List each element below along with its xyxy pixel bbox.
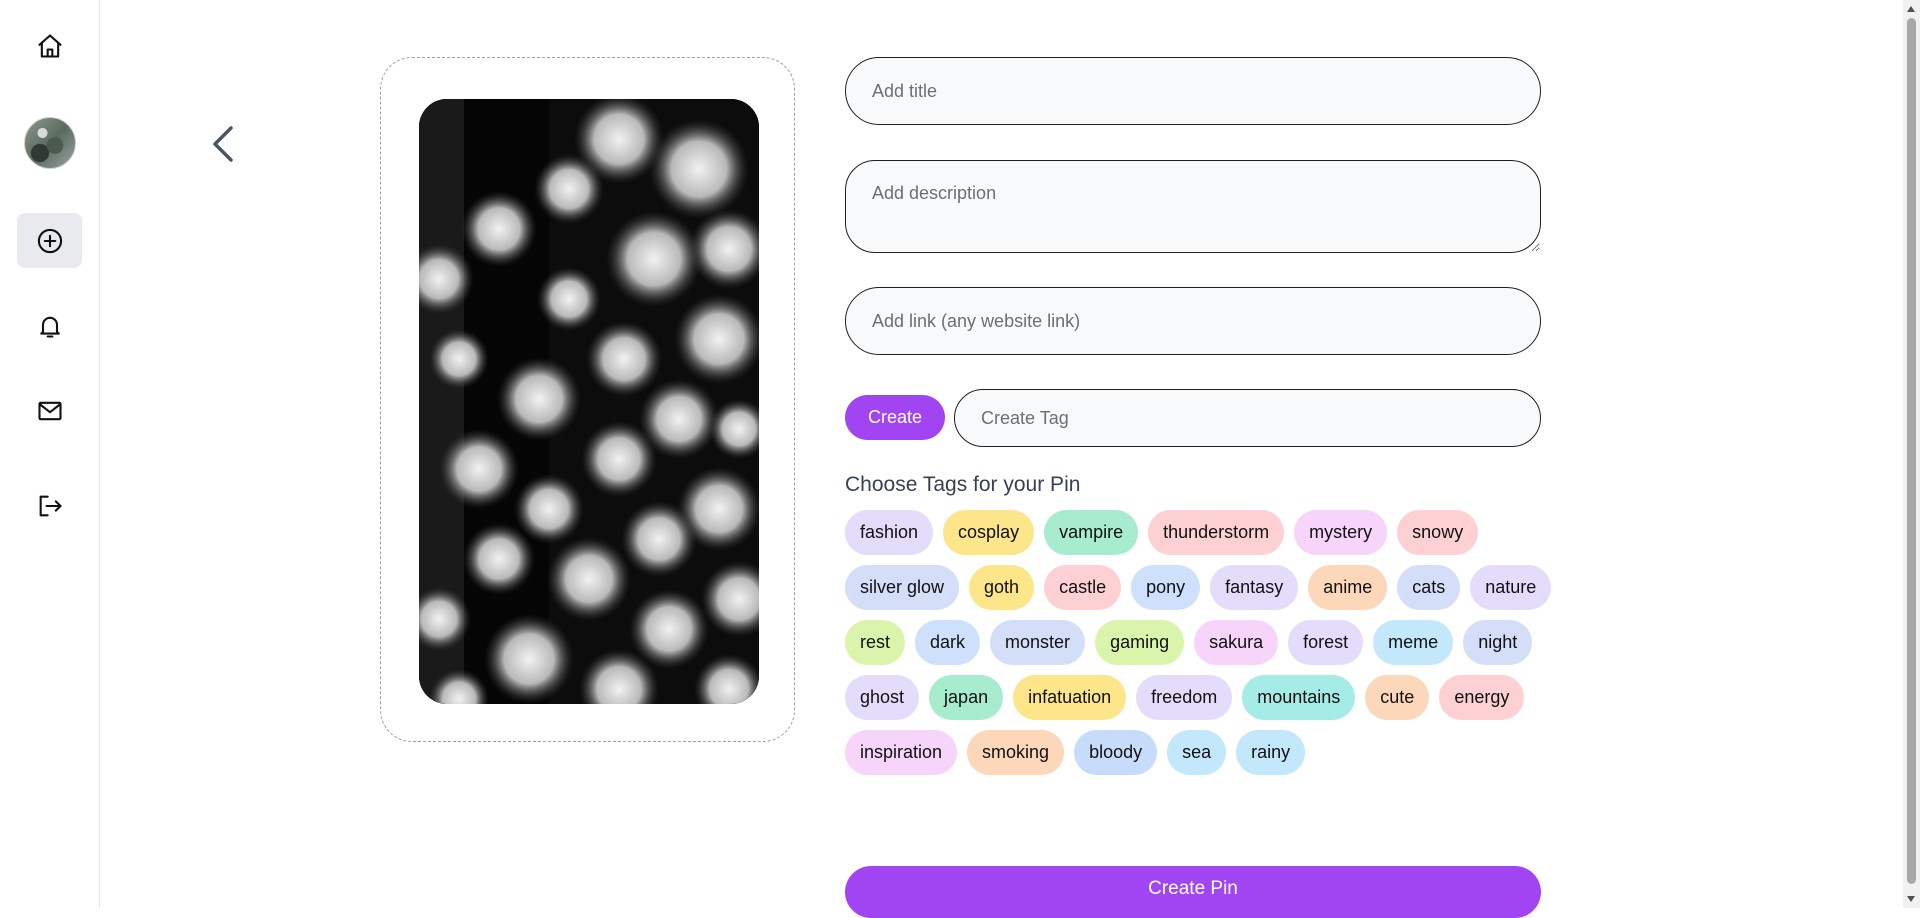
tag-chip[interactable]: freedom: [1136, 675, 1233, 720]
tag-chip[interactable]: sakura: [1194, 620, 1279, 665]
scrollbar[interactable]: [1903, 0, 1920, 908]
tag-chip[interactable]: gaming: [1095, 620, 1185, 665]
tag-chip[interactable]: vampire: [1044, 510, 1139, 555]
tag-chip[interactable]: inspiration: [845, 730, 958, 775]
tag-chip[interactable]: snowy: [1397, 510, 1479, 555]
tag-chip[interactable]: monster: [990, 620, 1086, 665]
image-upload-card[interactable]: [380, 57, 795, 742]
tag-chip[interactable]: castle: [1044, 565, 1122, 610]
title-input[interactable]: [845, 57, 1541, 125]
avatar[interactable]: [24, 117, 76, 169]
tag-chip[interactable]: cosplay: [943, 510, 1035, 555]
create-tag-input[interactable]: [954, 389, 1541, 447]
tag-chip[interactable]: dark: [915, 620, 981, 665]
create-tag-button[interactable]: Create: [845, 395, 945, 440]
tag-chip[interactable]: goth: [969, 565, 1035, 610]
tag-chip[interactable]: fantasy: [1210, 565, 1299, 610]
link-input[interactable]: [845, 287, 1541, 355]
chevron-left-icon: [213, 126, 233, 162]
logout-button[interactable]: [17, 478, 82, 533]
tag-chip[interactable]: nature: [1470, 565, 1552, 610]
tag-chip[interactable]: meme: [1373, 620, 1454, 665]
scroll-thumb[interactable]: [1907, 18, 1916, 884]
create-pin-button[interactable]: Create Pin: [845, 866, 1541, 918]
messages-button[interactable]: [17, 383, 82, 438]
tags-heading: Choose Tags for your Pin: [845, 473, 1081, 496]
tag-chip[interactable]: infatuation: [1013, 675, 1127, 720]
logout-icon: [39, 495, 62, 516]
tag-chip[interactable]: fashion: [845, 510, 934, 555]
tag-chip[interactable]: smoking: [967, 730, 1065, 775]
tag-chip[interactable]: rest: [845, 620, 906, 665]
tag-chip[interactable]: silver glow: [845, 565, 960, 610]
description-input[interactable]: [845, 160, 1541, 253]
tag-chip[interactable]: sea: [1167, 730, 1227, 775]
tag-chip[interactable]: thunderstorm: [1148, 510, 1285, 555]
mail-icon: [37, 401, 62, 420]
tag-chip[interactable]: night: [1463, 620, 1533, 665]
scroll-down-arrow[interactable]: [1907, 896, 1915, 902]
tag-chip[interactable]: anime: [1308, 565, 1388, 610]
home-button[interactable]: [17, 18, 82, 73]
tag-chip[interactable]: cats: [1397, 565, 1461, 610]
tag-chip[interactable]: ghost: [845, 675, 920, 720]
plus-circle-icon: [37, 228, 62, 253]
home-icon: [37, 33, 62, 58]
tag-chip[interactable]: mystery: [1294, 510, 1388, 555]
tag-chip[interactable]: mountains: [1242, 675, 1356, 720]
tag-chip[interactable]: bloody: [1074, 730, 1158, 775]
tag-chip[interactable]: rainy: [1236, 730, 1306, 775]
create-pin-nav-button[interactable]: [17, 213, 82, 268]
bell-icon: [39, 316, 60, 338]
scroll-up-arrow[interactable]: [1907, 6, 1915, 12]
tag-chip[interactable]: cute: [1365, 675, 1430, 720]
tag-chip[interactable]: energy: [1439, 675, 1525, 720]
sidebar: [0, 0, 100, 908]
tag-chip[interactable]: japan: [929, 675, 1004, 720]
pin-image-preview: [419, 99, 759, 704]
tag-chip[interactable]: forest: [1288, 620, 1364, 665]
tag-list: fashion cosplay vampire thunderstorm mystery…: [845, 510, 1555, 775]
back-button[interactable]: [205, 120, 245, 168]
tag-chip[interactable]: pony: [1131, 565, 1201, 610]
notifications-button[interactable]: [17, 298, 82, 353]
